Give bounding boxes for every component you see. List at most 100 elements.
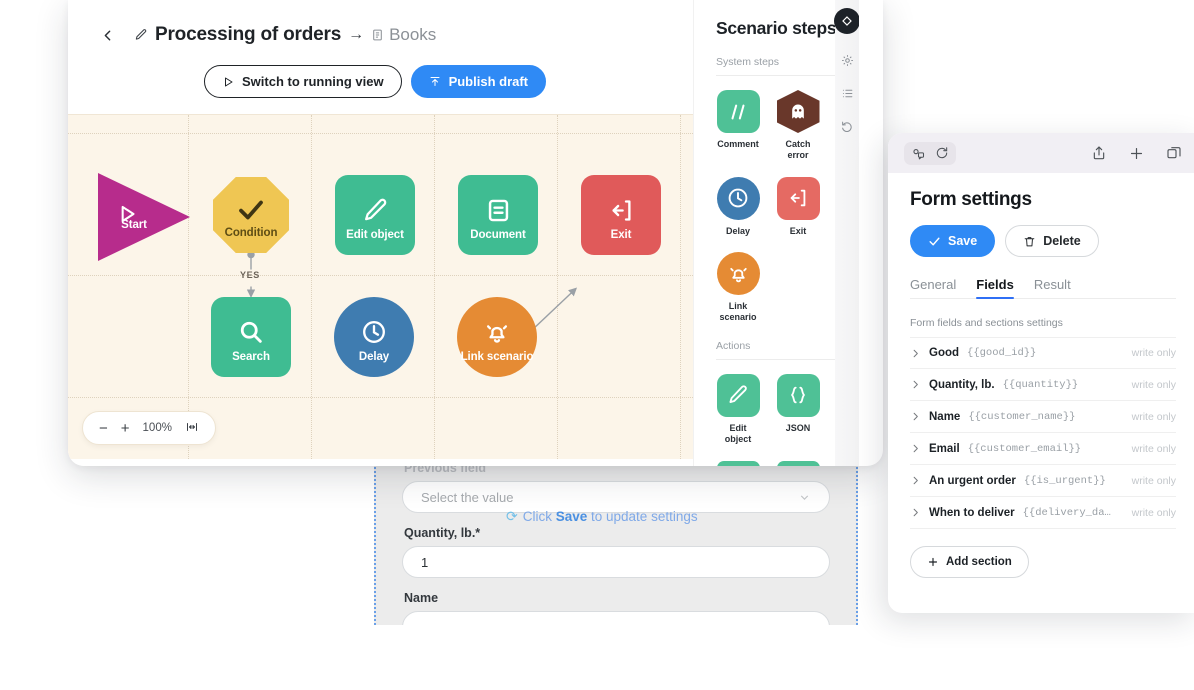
save-button[interactable]: Save [910,225,996,257]
field-mode: write only [1131,378,1176,391]
tab-general[interactable]: General [910,277,956,299]
zoom-in-button[interactable]: + [121,421,130,436]
node-label: Exit [610,229,632,241]
step-edit-object[interactable]: Edit object [716,373,760,445]
editor-main-area: Processing of orders → Books Switch to r… [68,0,693,466]
editor-header: Processing of orders → Books Switch to r… [68,0,693,114]
step-partial-a[interactable] [716,460,760,466]
field-name: When to deliver [929,506,1015,519]
preview-name-input[interactable] [402,611,830,625]
node-label: Link scenario [460,351,534,363]
chevron-down-icon [800,494,809,500]
step-json[interactable]: JSON [776,373,820,445]
fit-to-screen-icon[interactable] [185,421,199,436]
list-item[interactable]: Good {{good_id}} write only [910,337,1176,369]
bell-icon [483,318,511,346]
node-start[interactable]: Start [98,173,190,261]
breadcrumb: Processing of orders → Books [68,22,693,48]
node-edit-object[interactable]: Edit object [335,175,415,255]
steps-grid-system: Comment Catch error Delay Exit Link scen… [716,90,850,323]
pencil-icon[interactable] [134,28,148,42]
switch-to-running-view-button[interactable]: Switch to running view [204,65,402,98]
scenario-steps-panel: Scenario steps System steps Comment Catc… [693,0,859,466]
publish-draft-button[interactable]: Publish draft [410,65,547,98]
list-item[interactable]: Email {{customer_email}} write only [910,433,1176,465]
list-item[interactable]: Quantity, lb. {{quantity}} write only [910,369,1176,401]
share-icon[interactable] [1091,145,1107,161]
editor-action-buttons: Switch to running view Publish draft [68,48,693,114]
list-item[interactable]: When to deliver {{delivery_da… write onl… [910,497,1176,529]
list-item[interactable]: An urgent order {{is_urgent}} write only [910,465,1176,497]
zoom-out-button[interactable]: − [99,421,108,436]
screenshot-root: Previous field Select the value ⟳ Click … [0,0,1194,690]
zoom-toolbar: − + 100% [82,411,216,445]
form-settings-title: Form settings [910,189,1032,210]
preview-quantity-label: Quantity, lb.* [404,526,481,540]
preview-select-placeholder: Select the value [421,489,514,505]
field-variable: {{good_id}} [967,347,1037,359]
chevron-right-icon [910,348,921,359]
list-item[interactable]: Name {{customer_name}} write only [910,401,1176,433]
steps-grid-actions: Edit object JSON [716,373,850,466]
step-partial-b[interactable] [776,460,820,466]
field-variable: {{customer_email}} [967,442,1082,455]
node-link-scenario[interactable]: Link scenario [457,297,537,377]
chevron-right-icon [910,475,921,486]
undo-icon[interactable] [841,120,854,133]
tab-result[interactable]: Result [1034,277,1071,299]
node-document[interactable]: Document [458,175,538,255]
field-name: An urgent order [929,474,1016,487]
chevron-right-icon [910,443,921,454]
chrome-right-icons [1091,145,1182,162]
node-label: Delay [358,351,390,363]
chevron-right-icon [910,507,921,518]
back-button[interactable] [94,22,120,48]
tabs-icon[interactable] [1166,145,1182,161]
node-exit[interactable]: Exit [581,175,661,255]
extensions-icon[interactable] [911,146,926,161]
partial-icon [716,460,760,466]
partial-icon [776,460,820,466]
add-section-button[interactable]: Add section [910,546,1029,578]
sync-icon: ⟳ [506,508,518,524]
gear-icon[interactable] [841,54,854,67]
step-label: Catch error [785,139,811,160]
editor-vertical-toolbar [833,0,859,466]
step-label: Link scenario [719,301,757,323]
delete-button[interactable]: Delete [1005,225,1099,257]
arrow-icon: → [348,26,365,43]
node-search[interactable]: Search [211,297,291,377]
field-mode: write only [1131,347,1176,359]
step-exit[interactable]: Exit [776,176,820,237]
step-catch-error[interactable]: Catch error [776,90,820,161]
step-delay[interactable]: Delay [716,176,760,237]
field-mode: write only [1131,474,1176,487]
field-variable: {{is_urgent}} [1023,474,1106,487]
node-condition[interactable]: Condition [213,177,289,253]
step-comment[interactable]: Comment [716,90,760,161]
clock-icon [716,176,760,220]
preview-quantity-input[interactable]: 1 [402,546,830,578]
form-settings-window: Form settings Save Delete General Fields… [888,133,1194,613]
pencil-icon [362,197,389,224]
step-label: Comment [717,139,759,149]
node-label: Edit object [346,229,404,241]
list-icon[interactable] [841,87,854,100]
step-link-scenario[interactable]: Link scenario [716,252,760,323]
breadcrumb-subtitle: Books [389,25,437,44]
hint-save-word: Save [555,509,588,524]
tab-fields[interactable]: Fields [976,277,1014,299]
chevron-right-icon [910,411,921,422]
node-label: Document [470,229,526,241]
check-icon [929,237,940,245]
preview-quantity-value: 1 [421,554,429,570]
chevron-left-icon [104,30,110,40]
new-tab-icon[interactable] [1128,145,1145,162]
scenario-canvas[interactable]: YES Start Condition Edit object Document… [68,114,693,459]
reload-icon[interactable] [935,146,949,160]
hint-before: Click [522,509,556,524]
node-delay[interactable]: Delay [334,297,414,377]
diamond-icon[interactable] [833,8,859,34]
step-label: Edit object [724,422,752,444]
field-variable: {{customer_name}} [968,410,1076,423]
